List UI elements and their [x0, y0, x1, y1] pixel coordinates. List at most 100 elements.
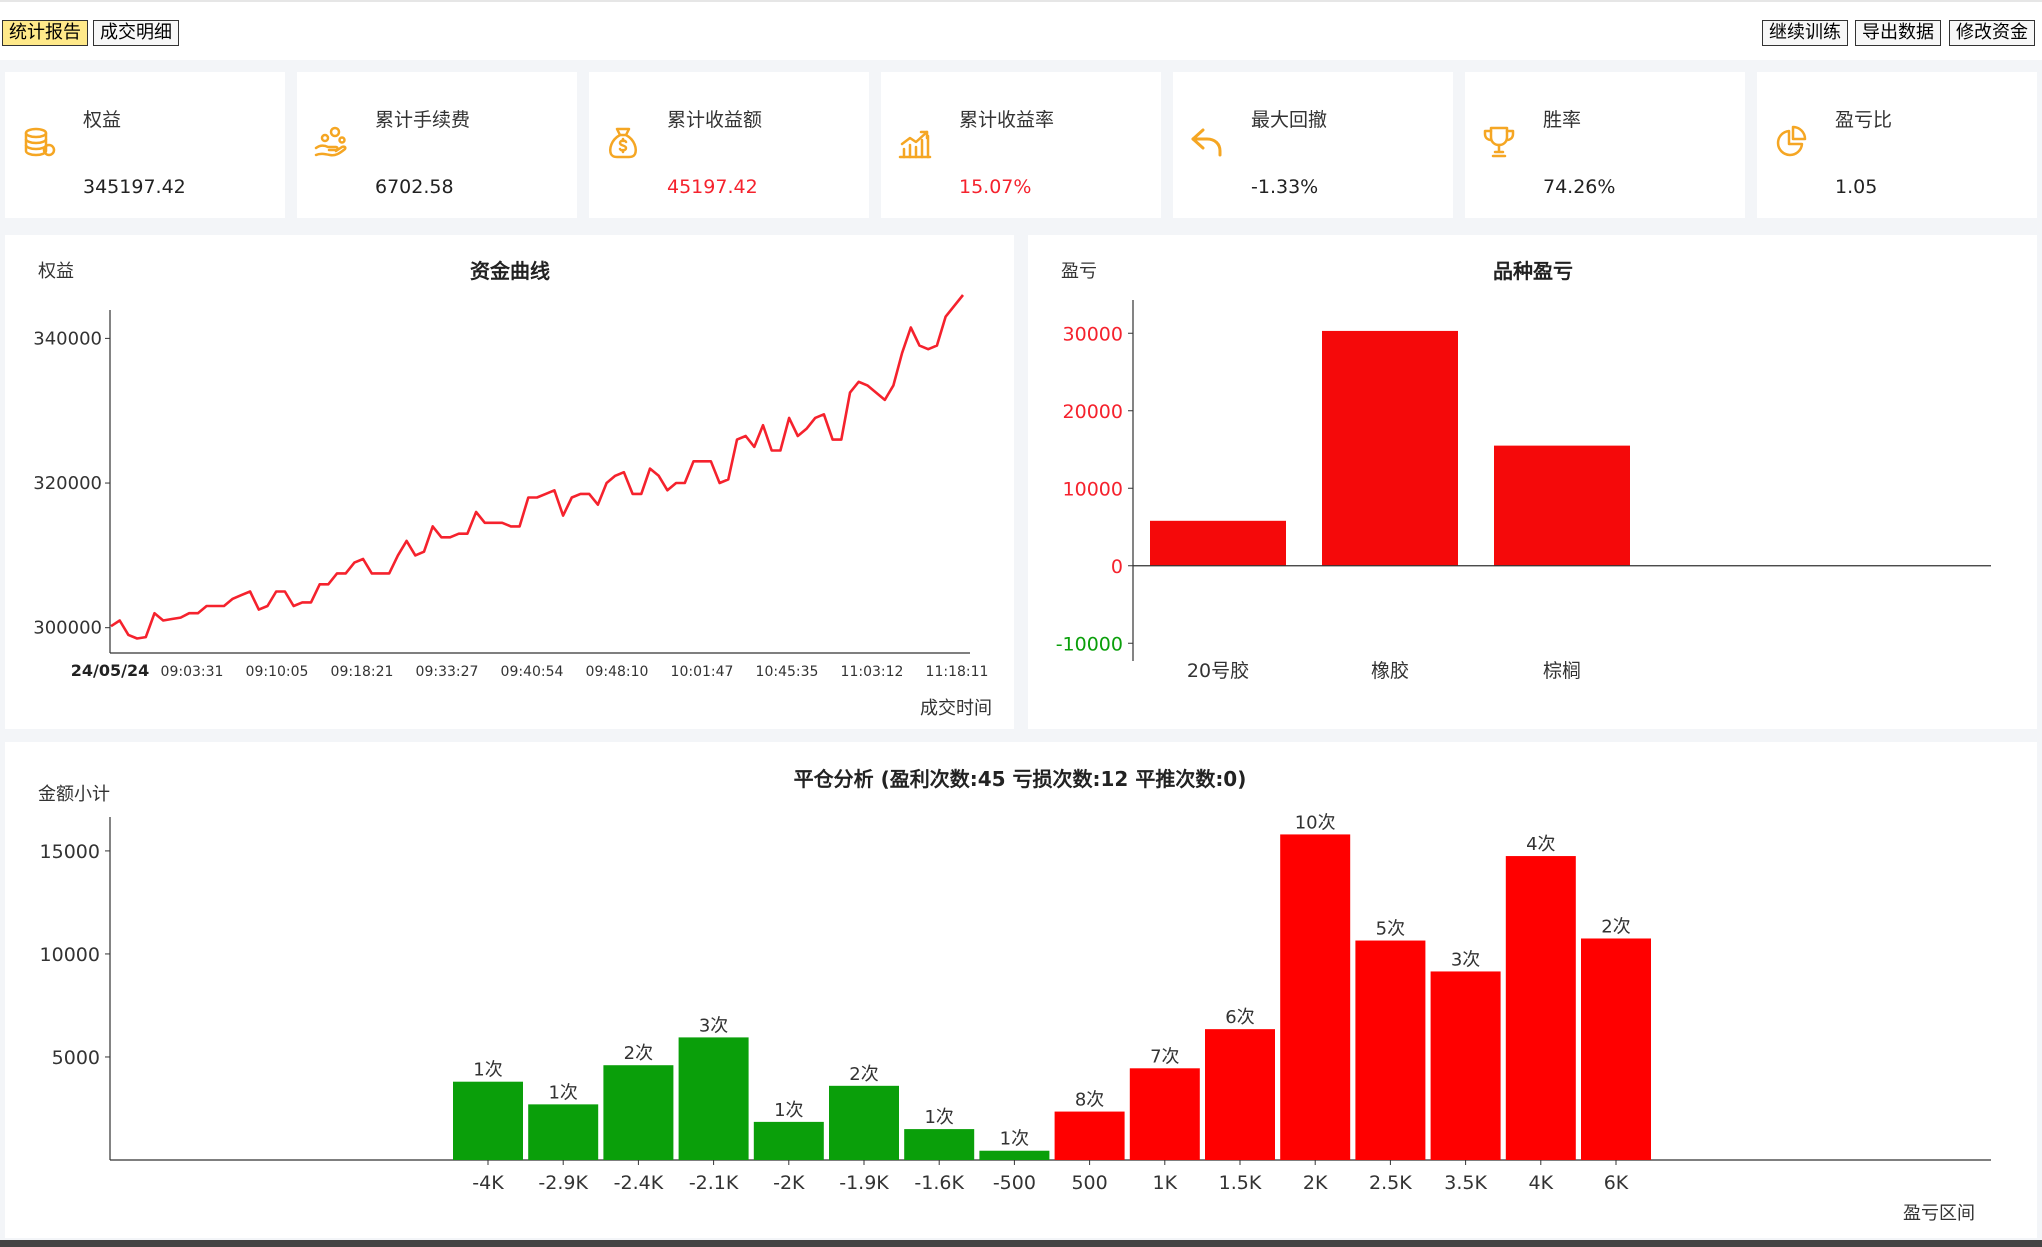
pie-chart-icon — [1776, 125, 1807, 157]
y-axis-title: 盈亏 — [1061, 261, 1097, 282]
x-tick-label: 4K — [1529, 1172, 1554, 1194]
bar-橡胶 — [1322, 330, 1458, 566]
x-tick-label: -1.6K — [914, 1172, 964, 1194]
bar-20号胶 — [1150, 520, 1286, 566]
bar-range-500 — [1054, 1111, 1125, 1160]
y-tick-label: 10000 — [1063, 478, 1123, 500]
stat-label: 累计收益率 — [959, 109, 1055, 131]
bar-range-6K — [1581, 938, 1651, 1160]
x-tick-label: 6K — [1604, 1172, 1629, 1194]
bar-range-2K — [1280, 834, 1351, 1160]
stat-value: 45197.42 — [667, 176, 758, 198]
bar-range--1.9K — [829, 1085, 899, 1160]
x-tick-label: -1.9K — [839, 1172, 889, 1194]
y-tick-label: 320000 — [33, 473, 102, 494]
bar-count-label: 10次 — [1295, 812, 1336, 833]
chart-title: 平仓分析 (盈利次数:45 亏损次数:12 平推次数:0) — [794, 767, 1247, 791]
x-tick-label: -2.9K — [538, 1172, 588, 1194]
close-analysis-panel: 金额小计 平仓分析 (盈利次数:45 亏损次数:12 平推次数:0) 盈亏区间 … — [5, 742, 2037, 1238]
chart-title: 资金曲线 — [470, 259, 550, 283]
bar-count-label: 7次 — [1150, 1046, 1179, 1067]
bar-count-label: 1次 — [473, 1060, 502, 1081]
bar-count-label: 8次 — [1075, 1090, 1104, 1111]
stat-card-return-rate: 累计收益率 15.07% — [881, 72, 1161, 218]
export-data-button[interactable]: 导出数据 — [1855, 20, 1941, 46]
top-toolbar: 统计报告 成交明细 继续训练 导出数据 修改资金 — [0, 0, 2042, 60]
x-tick-label: 09:10:05 — [246, 664, 309, 680]
continue-training-button[interactable]: 继续训练 — [1762, 20, 1848, 46]
x-tick-label: 2.5K — [1369, 1172, 1412, 1194]
y-tick-label: 20000 — [1063, 401, 1123, 423]
x-tick-label: -2.1K — [689, 1172, 739, 1194]
bar-range--2.9K — [528, 1104, 599, 1160]
bar-count-label: 1次 — [924, 1107, 953, 1128]
stat-label: 累计手续费 — [375, 109, 471, 131]
bar-count-label: 4次 — [1526, 834, 1555, 855]
chart-title: 品种盈亏 — [1493, 259, 1573, 283]
x-tick-label: 2K — [1303, 1172, 1328, 1194]
stat-card-fees: 累计手续费 6702.58 — [297, 72, 577, 218]
bottom-scroll-edge — [0, 1240, 2042, 1247]
bar-count-label: 3次 — [1451, 949, 1480, 970]
x-axis-date-label: 24/05/24 — [71, 661, 149, 680]
x-tick-label: 10:45:35 — [756, 664, 819, 680]
x-tick-label: 棕榈 — [1543, 660, 1581, 682]
stat-card-total-profit: 累计收益额 45197.42 — [589, 72, 869, 218]
undo-arrow-icon — [1191, 128, 1222, 157]
trophy-icon — [1483, 126, 1515, 158]
close-analysis-chart: 金额小计 平仓分析 (盈利次数:45 亏损次数:12 平推次数:0) 盈亏区间 … — [38, 767, 1991, 1224]
bar-count-label: 6次 — [1225, 1007, 1254, 1028]
stat-card-win-rate: 胜率 74.26% — [1465, 72, 1745, 218]
stat-card-profit-loss-ratio: 盈亏比 1.05 — [1757, 72, 2037, 218]
x-tick-label: 11:18:11 — [926, 664, 989, 680]
y-tick-label: -10000 — [1056, 633, 1123, 655]
bar-range-1K — [1129, 1068, 1200, 1160]
bar-count-label: 2次 — [624, 1043, 653, 1064]
x-tick-label: 09:18:21 — [331, 664, 394, 680]
stat-value: -1.33% — [1251, 176, 1319, 198]
bar-range-4K — [1505, 856, 1576, 1160]
coins-stack-icon — [24, 127, 56, 157]
x-tick-label: 1K — [1153, 1172, 1178, 1194]
bar-count-label: 2次 — [849, 1064, 878, 1085]
stat-value: 15.07% — [959, 176, 1032, 198]
x-tick-label: 11:03:12 — [841, 664, 904, 680]
bar-count-label: 1次 — [548, 1082, 577, 1103]
bar-range-3.5K — [1430, 971, 1501, 1160]
bar-count-label: 1次 — [1000, 1129, 1029, 1150]
bar-range--2.1K — [678, 1037, 749, 1160]
bar-count-label: 3次 — [699, 1015, 728, 1036]
tab-trade-details[interactable]: 成交明细 — [93, 20, 179, 46]
x-tick-label: 500 — [1071, 1172, 1107, 1194]
x-tick-label: 10:01:47 — [671, 664, 734, 680]
x-tick-label: -500 — [993, 1172, 1036, 1194]
bar-range--4K — [453, 1081, 523, 1160]
tab-stats-report[interactable]: 统计报告 — [2, 20, 88, 46]
x-tick-label: 1.5K — [1219, 1172, 1262, 1194]
instrument-pnl-chart: 盈亏 品种盈亏 -10000 0 10000 20000 30000 20号胶 橡胶 棕榈 — [1056, 259, 1991, 682]
equity-series-line — [110, 294, 965, 640]
bar-range--2K — [753, 1121, 824, 1160]
bar-count-label: 1次 — [774, 1100, 803, 1121]
y-tick-label: 0 — [1111, 556, 1123, 578]
x-tick-label: -2K — [773, 1172, 805, 1194]
stat-card-max-drawdown: 最大回撤 -1.33% — [1173, 72, 1453, 218]
x-axis-title: 成交时间 — [920, 698, 992, 719]
bar-range--500 — [979, 1150, 1050, 1160]
y-tick-label: 10000 — [40, 944, 100, 966]
stat-label: 累计收益额 — [667, 109, 763, 131]
x-tick-label: -2.4K — [614, 1172, 664, 1194]
bar-count-label: 5次 — [1376, 919, 1405, 940]
bar-range--1.6K — [904, 1129, 975, 1160]
stat-label: 权益 — [83, 109, 122, 131]
instrument-pnl-panel: 盈亏 品种盈亏 -10000 0 10000 20000 30000 20号胶 橡胶 棕榈 — [1028, 235, 2037, 729]
bar-count-label: 2次 — [1601, 916, 1630, 937]
y-tick-label: 340000 — [33, 328, 102, 349]
stat-label: 盈亏比 — [1835, 109, 1893, 131]
stat-value: 345197.42 — [83, 176, 186, 198]
edit-funds-button[interactable]: 修改资金 — [1949, 20, 2035, 46]
x-tick-label: 09:33:27 — [416, 664, 479, 680]
stat-label: 胜率 — [1543, 109, 1582, 131]
x-tick-label: 09:40:54 — [501, 664, 564, 680]
stat-value: 1.05 — [1835, 176, 1878, 198]
